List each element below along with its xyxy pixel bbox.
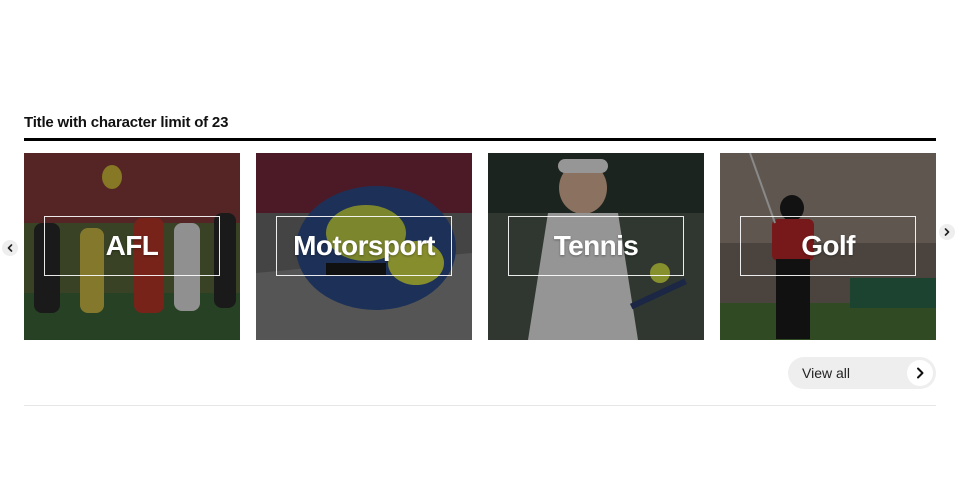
section-title: Title with character limit of 23 xyxy=(24,114,229,131)
card-afl[interactable]: AFL xyxy=(24,153,240,340)
view-all-arrow xyxy=(907,360,933,386)
card-label: AFL xyxy=(105,230,159,261)
sport-section: Title with character limit of 23 AFL Mot… xyxy=(24,110,936,406)
card-label-box: Tennis xyxy=(508,216,684,276)
card-label: Golf xyxy=(801,230,855,261)
chevron-left-icon xyxy=(7,244,13,252)
sport-carousel: AFL Motorsport Tennis Golf xyxy=(24,153,936,340)
card-label-box: AFL xyxy=(44,216,220,276)
card-tennis[interactable]: Tennis xyxy=(488,153,704,340)
card-label: Motorsport xyxy=(293,230,435,261)
chevron-right-icon xyxy=(944,228,950,236)
section-divider xyxy=(24,405,936,406)
carousel-prev-button[interactable] xyxy=(2,240,18,256)
view-all-button[interactable]: View all xyxy=(788,357,936,389)
view-all-label: View all xyxy=(802,365,850,381)
card-label-box: Golf xyxy=(740,216,916,276)
card-label-box: Motorsport xyxy=(276,216,452,276)
carousel-next-button[interactable] xyxy=(939,224,955,240)
card-motorsport[interactable]: Motorsport xyxy=(256,153,472,340)
chevron-right-icon xyxy=(917,367,924,379)
card-golf[interactable]: Golf xyxy=(720,153,936,340)
title-divider xyxy=(24,138,936,141)
card-label: Tennis xyxy=(553,230,639,261)
